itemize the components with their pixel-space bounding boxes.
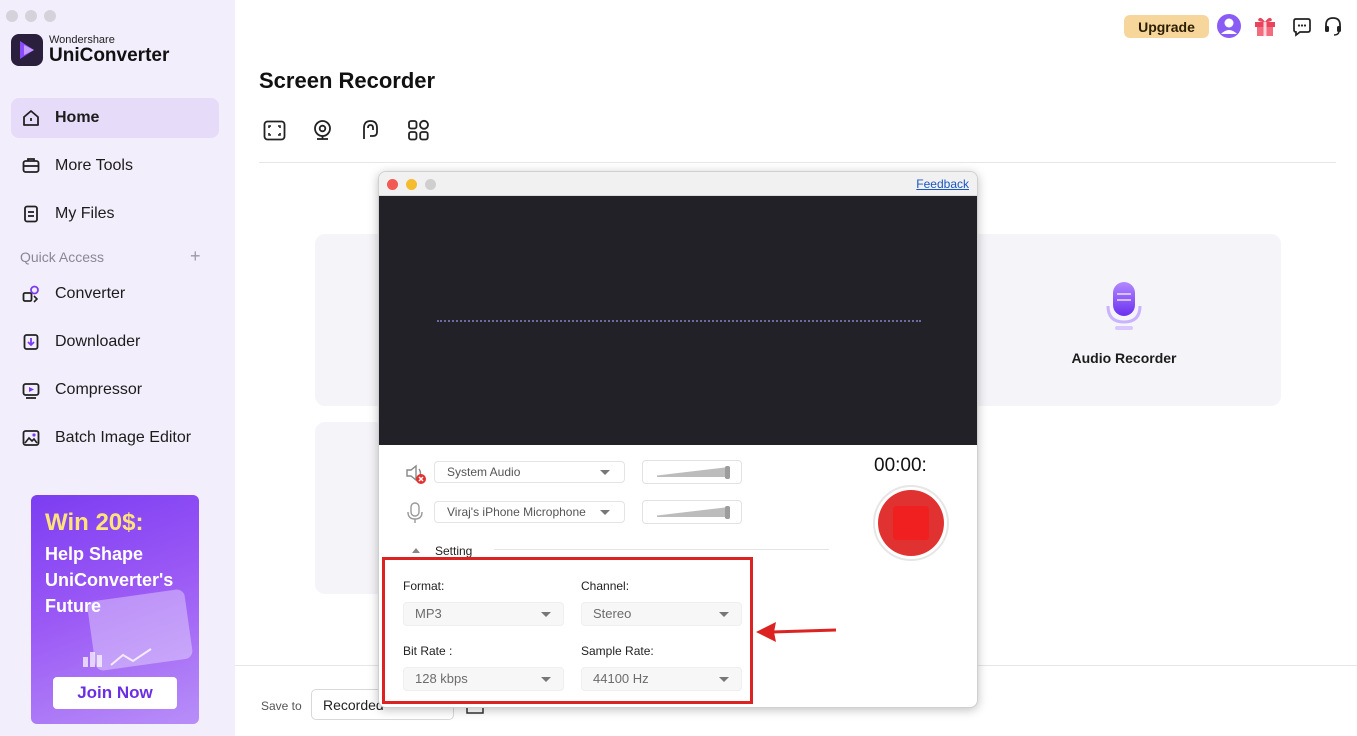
uniconverter-logo-icon bbox=[11, 34, 43, 66]
grid-apps-icon bbox=[408, 119, 429, 141]
annotation-arrow-icon bbox=[756, 622, 837, 642]
tab-more-modes[interactable] bbox=[406, 118, 431, 143]
window-controls bbox=[6, 10, 56, 22]
microphone-small-icon[interactable] bbox=[406, 502, 424, 524]
setting-divider bbox=[494, 549, 829, 550]
zoom-window-button[interactable] bbox=[44, 10, 56, 22]
sidebar-item-label: More Tools bbox=[55, 157, 133, 174]
brand: Wondershare UniConverter bbox=[11, 34, 169, 66]
headset-icon[interactable] bbox=[1322, 15, 1344, 37]
audio-icon bbox=[363, 120, 378, 139]
recorder-titlebar: Feedback bbox=[379, 172, 977, 196]
save-to-label: Save to bbox=[261, 699, 302, 713]
sidebar-item-label: My Files bbox=[55, 205, 115, 222]
microphone-icon[interactable] bbox=[1103, 280, 1145, 334]
sidebar-item-label: Downloader bbox=[55, 333, 141, 350]
feedback-link[interactable]: Feedback bbox=[916, 177, 969, 191]
home-icon bbox=[23, 110, 39, 126]
recorder-zoom-button[interactable] bbox=[425, 179, 436, 190]
sidebar-item-home[interactable]: Home bbox=[11, 98, 219, 138]
system-audio-volume-slider[interactable] bbox=[642, 460, 742, 484]
audio-recorder-label: Audio Recorder bbox=[1071, 350, 1177, 366]
setting-toggle[interactable]: Setting bbox=[435, 544, 472, 558]
sidebar-item-more-tools[interactable]: More Tools bbox=[11, 146, 219, 186]
microphone-value: Viraj's iPhone Microphone bbox=[447, 505, 586, 519]
join-now-button[interactable]: Join Now bbox=[53, 677, 177, 709]
tab-webcam-record[interactable] bbox=[310, 118, 335, 143]
add-quick-access-button[interactable]: + bbox=[190, 246, 201, 267]
volume-track bbox=[657, 507, 729, 517]
recorder-minimize-button[interactable] bbox=[406, 179, 417, 190]
volume-track bbox=[657, 467, 729, 477]
record-button[interactable] bbox=[873, 485, 949, 561]
sidebar: Wondershare UniConverter Home More Tools… bbox=[0, 0, 235, 736]
promo-title: Win 20$: bbox=[45, 509, 144, 536]
sidebar-item-label: Compressor bbox=[55, 381, 143, 398]
sidebar-item-downloader[interactable]: Downloader bbox=[11, 322, 219, 362]
settings-highlight-box bbox=[382, 557, 753, 704]
minimize-window-button[interactable] bbox=[25, 10, 37, 22]
file-icon bbox=[24, 205, 38, 223]
webcam-icon bbox=[314, 120, 331, 140]
collapse-setting-icon[interactable] bbox=[412, 548, 420, 553]
compressor-icon bbox=[22, 383, 40, 399]
header-divider bbox=[259, 162, 1336, 163]
recorder-close-button[interactable] bbox=[387, 179, 398, 190]
sidebar-item-compressor[interactable]: Compressor bbox=[11, 370, 219, 410]
image-editor-icon bbox=[22, 430, 40, 446]
downloader-icon bbox=[23, 334, 39, 350]
volume-knob[interactable] bbox=[725, 466, 730, 479]
chat-icon[interactable] bbox=[1291, 16, 1313, 38]
waveform-preview bbox=[379, 196, 977, 445]
close-window-button[interactable] bbox=[6, 10, 18, 22]
recorder-window-controls bbox=[387, 179, 436, 190]
brand-product: UniConverter bbox=[49, 44, 170, 66]
microphone-volume-slider[interactable] bbox=[642, 500, 742, 524]
avatar-icon[interactable] bbox=[1216, 13, 1242, 39]
tab-screen-record[interactable] bbox=[262, 118, 287, 143]
audio-recorder-window: Feedback System Audio Viraj's iPhone Mic… bbox=[378, 171, 978, 708]
audio-waveform bbox=[437, 320, 921, 322]
quick-access-label: Quick Access bbox=[20, 249, 105, 265]
recorder-mode-tabs bbox=[262, 118, 431, 143]
promo-banner[interactable]: Win 20$: Help Shape UniConverter's Futur… bbox=[31, 495, 199, 724]
sidebar-item-my-files[interactable]: My Files bbox=[11, 194, 219, 234]
tab-audio-record[interactable] bbox=[358, 118, 383, 143]
chevron-down-icon bbox=[600, 470, 610, 475]
system-audio-value: System Audio bbox=[447, 465, 521, 479]
system-audio-dropdown[interactable]: System Audio bbox=[434, 461, 625, 483]
record-button-fill bbox=[878, 490, 944, 556]
sidebar-item-label: Converter bbox=[55, 285, 126, 302]
sidebar-item-batch-image-editor[interactable]: Batch Image Editor bbox=[11, 418, 219, 458]
recording-timer: 00:00: bbox=[874, 455, 927, 476]
speaker-muted-icon[interactable] bbox=[404, 462, 428, 486]
recorder-options-card-secondary bbox=[315, 422, 385, 594]
sidebar-item-converter[interactable]: Converter bbox=[11, 274, 219, 314]
brand-company: Wondershare bbox=[49, 33, 115, 46]
gift-icon[interactable] bbox=[1252, 13, 1278, 39]
upgrade-button[interactable]: Upgrade bbox=[1124, 15, 1209, 38]
volume-knob[interactable] bbox=[725, 506, 730, 519]
toolbox-icon bbox=[22, 158, 40, 173]
sidebar-item-label: Batch Image Editor bbox=[55, 429, 192, 446]
converter-icon bbox=[22, 285, 39, 303]
sidebar-item-label: Home bbox=[55, 109, 100, 126]
chart-illustration-icon bbox=[83, 648, 152, 667]
microphone-dropdown[interactable]: Viraj's iPhone Microphone bbox=[434, 501, 625, 523]
record-stop-icon bbox=[893, 506, 929, 540]
chevron-down-icon bbox=[600, 510, 610, 515]
screen-capture-icon bbox=[263, 120, 286, 141]
page-title: Screen Recorder bbox=[259, 68, 436, 93]
